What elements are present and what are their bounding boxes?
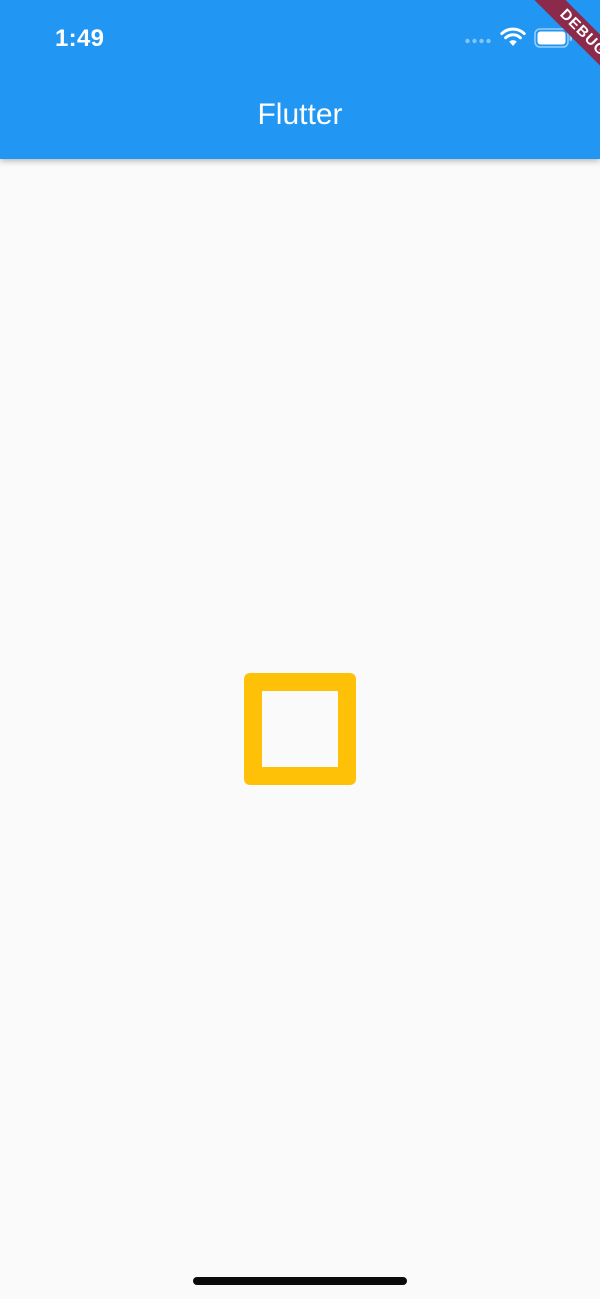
status-time: 1:49 [55, 25, 105, 52]
phone-screen: 1:49 Flutter DEBUG [0, 0, 600, 1299]
debug-label: DEBUG [529, 0, 600, 87]
debug-banner: DEBUG [510, 0, 600, 90]
yellow-square-outline [244, 673, 356, 785]
app-title: Flutter [257, 98, 343, 131]
signal-icon [465, 38, 491, 44]
home-indicator[interactable] [193, 1277, 407, 1285]
